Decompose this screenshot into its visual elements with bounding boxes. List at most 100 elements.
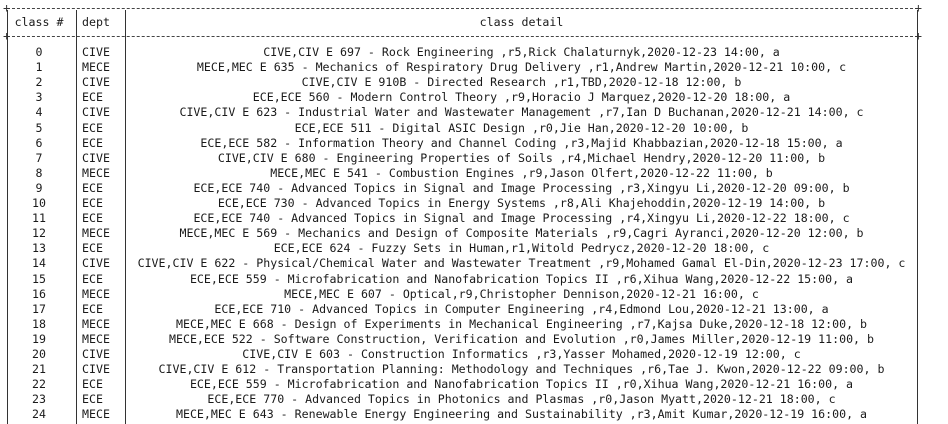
row-class-number: 21 [32, 362, 46, 377]
row-class-number: 17 [32, 301, 46, 316]
row-class-detail: MECE,ECE 522 - Software Construction, Ve… [169, 331, 874, 346]
console-table: class # dept class detail 0 CIVE CIVE,CIV … [0, 0, 948, 424]
row-class-number: 4 [35, 105, 43, 120]
table-row: 16 MECE MECE,MEC E 607 - Optical,r9,Christ… [0, 287, 948, 302]
row-class-number: 9 [35, 180, 43, 195]
table-row: 14 CIVE CIVE,CIV E 622 - Physical/Chemical… [0, 256, 948, 271]
row-class-detail: CIVE,CIV E 623 - Industrial Water and Wa… [179, 105, 864, 120]
table-row: 17 ECE ECE,ECE 710 - Advanced Topics in Co… [0, 302, 948, 317]
row-class-number: 2 [35, 75, 43, 90]
row-class-number: 8 [35, 165, 43, 180]
table-row: 5 ECE ECE,ECE 511 - Digital ASIC Design ,r… [0, 121, 948, 136]
header-class-detail: class detail [479, 15, 564, 29]
table-row: 1 MECE MECE,MEC E 635 - Mechanics of Respi… [0, 60, 948, 75]
table-row: 3 ECE ECE,ECE 560 - Modern Control Theory … [0, 90, 948, 105]
row-dept: MECE [82, 226, 110, 241]
table-row: 13 ECE ECE,ECE 624 - Fuzzy Sets in Human,r… [0, 241, 948, 256]
row-class-detail: ECE,ECE 559 - Microfabrication and Nanof… [189, 271, 854, 286]
row-dept: ECE [82, 301, 103, 316]
row-class-number: 0 [35, 45, 43, 59]
row-class-number: 1 [35, 60, 43, 75]
table-row: 11 ECE ECE,ECE 740 - Advanced Topics in Si… [0, 211, 948, 226]
row-class-detail: MECE,MEC E 635 - Mechanics of Respirator… [196, 60, 847, 75]
row-class-detail: ECE,ECE 560 - Modern Control Theory ,r9,… [252, 90, 791, 105]
row-class-number: 13 [32, 241, 46, 256]
row-class-detail: ECE,ECE 511 - Digital ASIC Design ,r0,Ji… [294, 120, 749, 135]
row-class-detail: CIVE,CIV E 680 - Engineering Properties … [217, 150, 826, 165]
row-class-detail: ECE,ECE 740 - Advanced Topics in Signal … [193, 211, 850, 226]
table-row: 10 ECE ECE,ECE 730 - Advanced Topics in En… [0, 196, 948, 211]
row-dept: ECE [82, 180, 103, 195]
table-row: 20 CIVE CIVE,CIV E 603 - Construction Info… [0, 347, 948, 362]
row-class-number: 7 [35, 150, 43, 165]
table-row: 18 MECE MECE,MEC E 668 - Design of Experim… [0, 317, 948, 332]
row-class-number: 15 [32, 271, 46, 286]
row-dept: MECE [82, 286, 110, 301]
table-row: 8 MECE MECE,MEC E 541 - Combustion Engines… [0, 166, 948, 181]
row-class-detail: ECE,ECE 740 - Advanced Topics in Signal … [193, 180, 850, 195]
row-class-number: 12 [32, 226, 46, 241]
row-class-detail: ECE,ECE 770 - Advanced Topics in Photoni… [207, 392, 836, 407]
row-class-detail: CIVE,CIV E 910B - Directed Research ,r1,… [301, 75, 742, 90]
row-dept: MECE [82, 165, 110, 180]
row-class-number: 10 [32, 196, 46, 210]
row-dept: ECE [82, 392, 103, 407]
row-class-number: 16 [32, 286, 46, 301]
row-class-detail: CIVE,CIV E 603 - Construction Informatic… [242, 347, 801, 361]
row-dept: MECE [82, 331, 110, 346]
table-row: 24 MECE MECE,MEC E 643 - Renewable Energy … [0, 407, 948, 422]
row-dept: CIVE [82, 75, 110, 90]
row-class-number: 3 [35, 90, 43, 105]
row-class-detail: MECE,MEC E 569 - Mechanics and Design of… [179, 226, 864, 241]
row-dept: ECE [82, 90, 103, 105]
row-class-detail: ECE,ECE 624 - Fuzzy Sets in Human,r1,Wit… [273, 241, 770, 256]
row-dept: ECE [82, 241, 103, 256]
row-class-number: 19 [32, 331, 46, 346]
table-row: 6 ECE ECE,ECE 582 - Information Theory and… [0, 136, 948, 151]
table-row: 23 ECE ECE,ECE 770 - Advanced Topics in Ph… [0, 392, 948, 407]
row-class-number: 18 [32, 316, 46, 331]
table-row: 21 CIVE CIVE,CIV E 612 - Transportation Pl… [0, 362, 948, 377]
row-dept: MECE [82, 407, 110, 422]
row-class-number: 5 [35, 120, 43, 135]
header-class-number: class # [14, 15, 64, 29]
table-row: 19 MECE MECE,ECE 522 - Software Constructi… [0, 332, 948, 347]
row-dept: CIVE [82, 347, 110, 361]
row-class-detail: ECE,ECE 582 - Information Theory and Cha… [200, 135, 843, 150]
row-dept: CIVE [82, 45, 110, 59]
row-class-number: 6 [35, 135, 43, 150]
row-dept: CIVE [82, 105, 110, 120]
row-class-detail: CIVE,CIV E 612 - Transportation Planning… [158, 362, 885, 377]
header-dept: dept [82, 15, 110, 29]
table-row: 4 CIVE CIVE,CIV E 623 - Industrial Water a… [0, 105, 948, 120]
row-class-detail: CIVE,CIV E 622 - Physical/Chemical Water… [137, 256, 906, 271]
row-dept: CIVE [82, 150, 110, 165]
row-class-detail: CIVE,CIV E 697 - Rock Engineering ,r5,Ri… [263, 45, 780, 59]
row-class-detail: ECE,ECE 730 - Advanced Topics in Energy … [217, 196, 826, 210]
table-top-border [3, 1, 922, 15]
row-class-number: 22 [32, 377, 46, 392]
table-header-border [3, 29, 922, 43]
row-class-number: 11 [32, 211, 46, 226]
table-header-row: class # dept class detail [0, 15, 948, 30]
row-class-detail: MECE,MEC E 643 - Renewable Energy Engine… [175, 407, 868, 422]
row-class-number: 20 [32, 347, 46, 361]
row-dept: ECE [82, 196, 103, 210]
row-class-number: 23 [32, 392, 46, 407]
table-row: 0 CIVE CIVE,CIV E 697 - Rock Engineering ,… [0, 45, 948, 60]
table-row: 9 ECE ECE,ECE 740 - Advanced Topics in Sig… [0, 181, 948, 196]
row-dept: ECE [82, 211, 103, 226]
row-dept: MECE [82, 60, 110, 75]
row-class-detail: ECE,ECE 710 - Advanced Topics in Compute… [214, 301, 829, 316]
row-dept: CIVE [82, 256, 110, 271]
table-row: 15 ECE ECE,ECE 559 - Microfabrication and … [0, 272, 948, 287]
row-dept: ECE [82, 135, 103, 150]
row-class-number: 14 [32, 256, 46, 271]
row-dept: MECE [82, 316, 110, 331]
row-dept: CIVE [82, 362, 110, 377]
row-class-detail: MECE,MEC E 668 - Design of Experiments i… [175, 316, 868, 331]
row-dept: ECE [82, 271, 103, 286]
row-class-detail: MECE,MEC E 607 - Optical,r9,Christopher … [284, 286, 759, 301]
table-row: 22 ECE ECE,ECE 559 - Microfabrication and … [0, 377, 948, 392]
row-class-detail: MECE,MEC E 541 - Combustion Engines ,r9,… [270, 165, 773, 180]
